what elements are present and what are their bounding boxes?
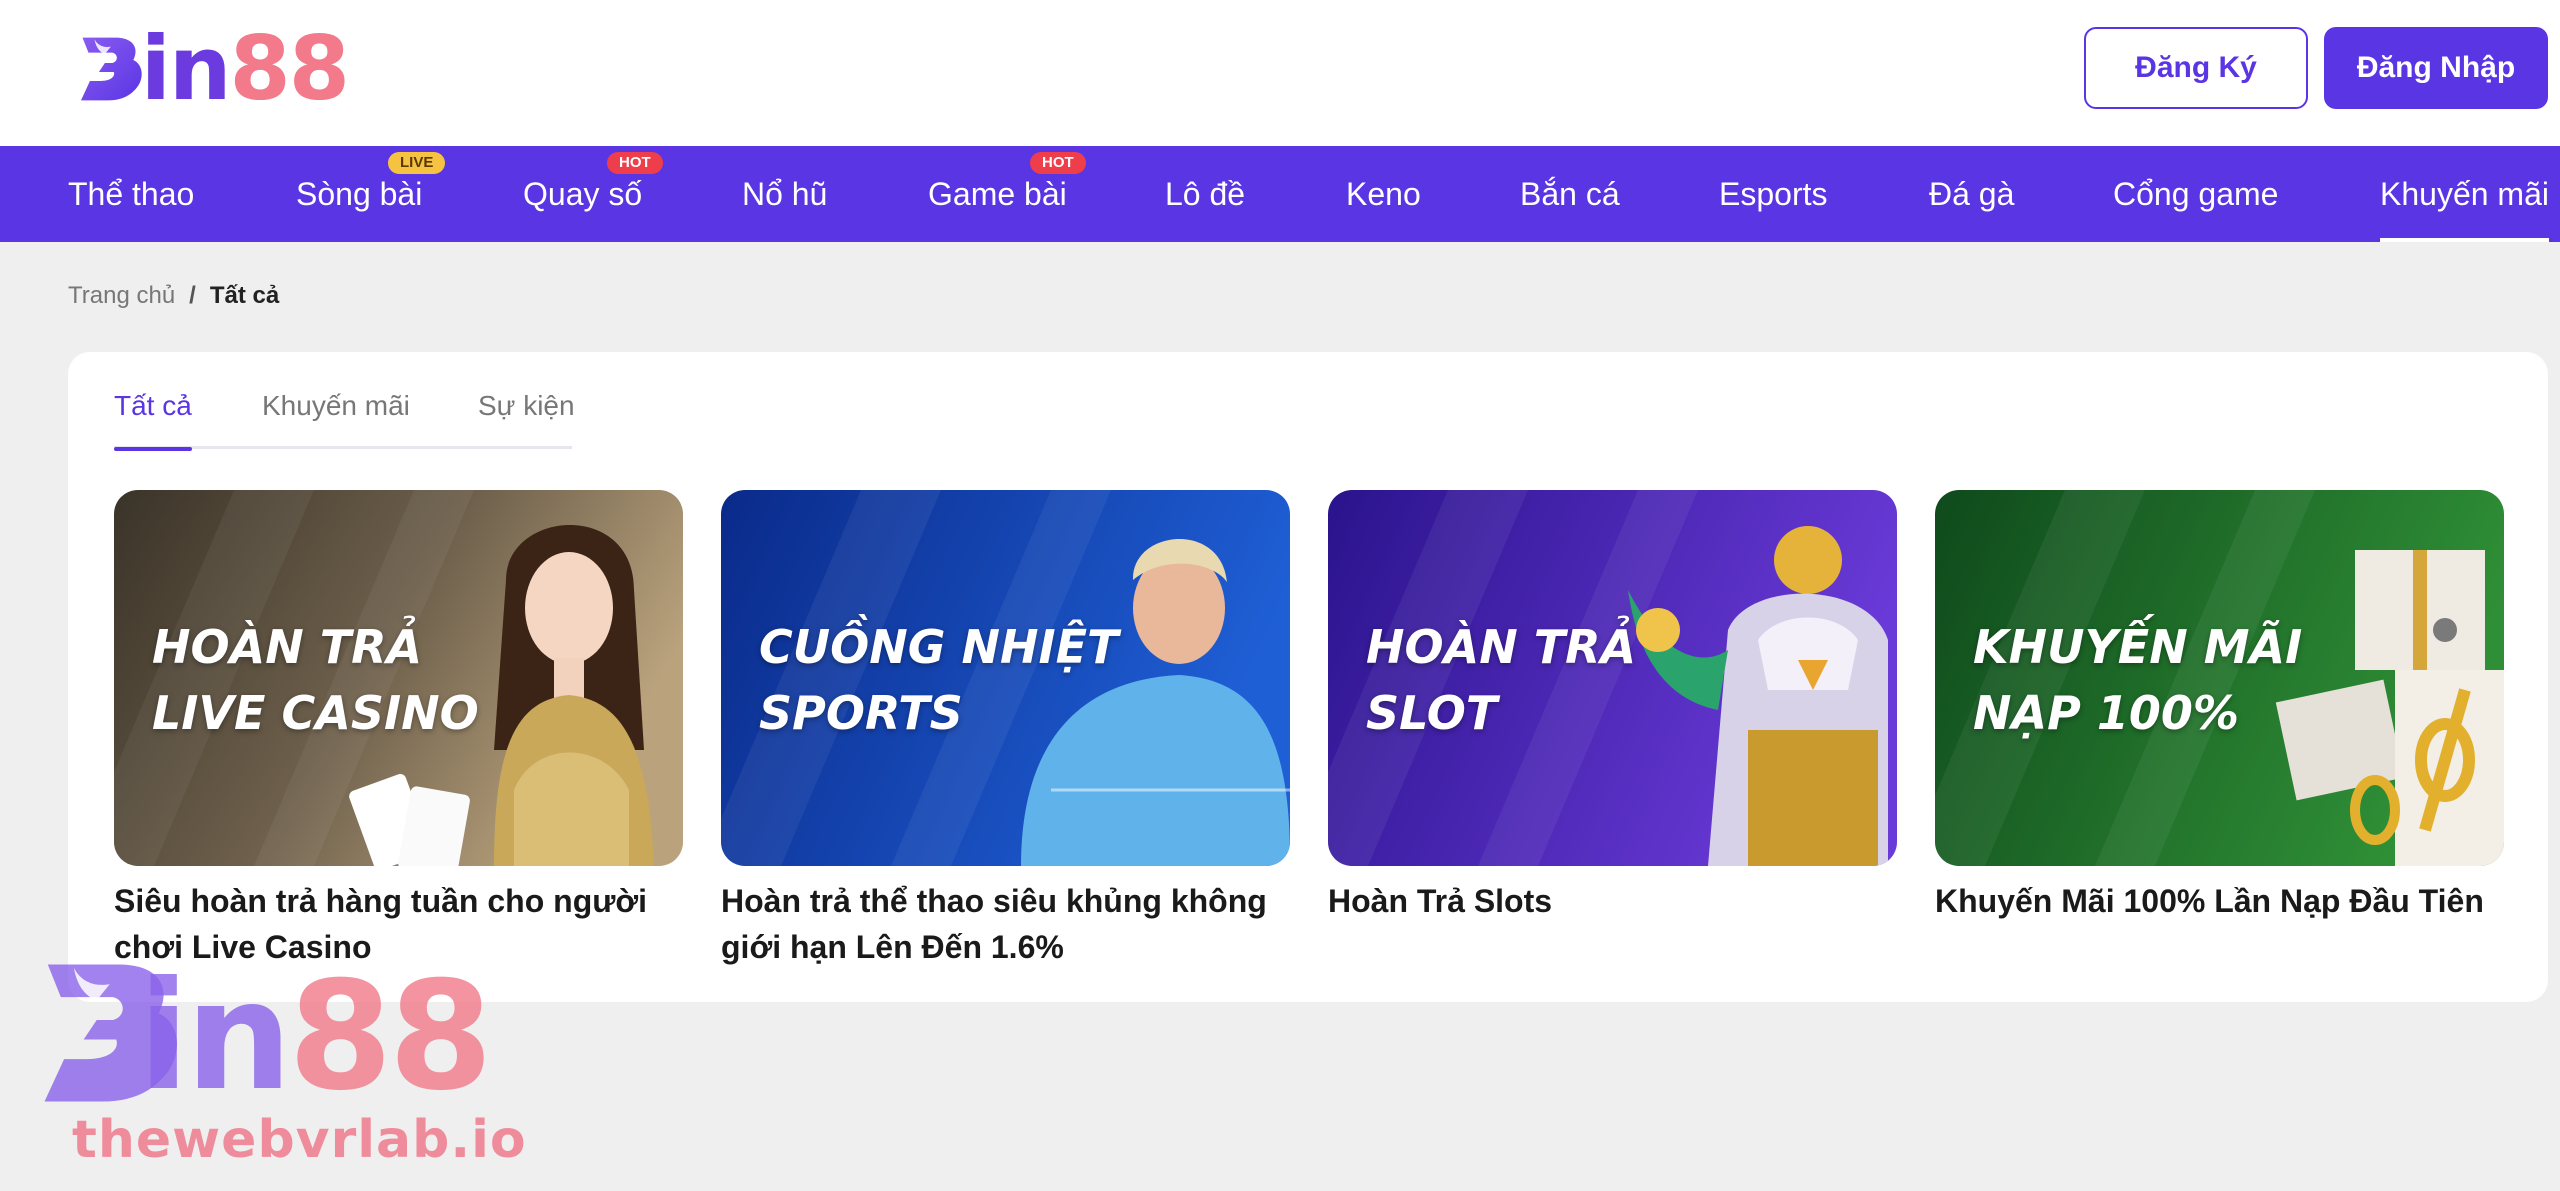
promo-banner-text: Hoàn trả Live Casino bbox=[152, 620, 479, 740]
promo-card-title[interactable]: Hoàn Trả Slots bbox=[1328, 878, 1897, 924]
nav-item-da-ga[interactable]: Đá gà bbox=[1929, 146, 2014, 242]
nav-item-game-bai[interactable]: Game bài HOT bbox=[928, 146, 1086, 242]
nav-label: Esports bbox=[1719, 175, 1828, 212]
nav-item-lo-de[interactable]: Lô đề bbox=[1165, 146, 1245, 242]
promo-card-sports[interactable]: Cuồng nhiệt Sports Hoàn trả thể thao siêu… bbox=[721, 490, 1290, 970]
promo-banner-text: Cuồng nhiệt Sports bbox=[759, 620, 1119, 740]
nav-label: Bắn cá bbox=[1520, 175, 1620, 212]
promo-card-title[interactable]: Siêu hoàn trả hàng tuần cho người chơi L… bbox=[114, 878, 683, 970]
register-button[interactable]: Đăng Ký bbox=[2084, 27, 2308, 109]
nav-label: Khuyến mãi bbox=[2380, 175, 2549, 212]
nav-label: Cổng game bbox=[2113, 175, 2279, 212]
bin88-logo-icon bbox=[80, 37, 142, 101]
promo-banner-text: Khuyến mãi Nạp 100% bbox=[1973, 620, 2303, 740]
breadcrumb-current: Tất cả bbox=[209, 282, 280, 309]
hot-badge: HOT bbox=[607, 152, 663, 174]
breadcrumb: Trang chủ / Tất cả bbox=[68, 282, 279, 310]
login-button[interactable]: Đăng Nhập bbox=[2324, 27, 2548, 109]
nav-label: Game bài bbox=[928, 175, 1067, 212]
site-header: in88 Đăng Ký Đăng Nhập bbox=[0, 0, 2560, 146]
promo-banner-image: Cuồng nhiệt Sports bbox=[721, 490, 1290, 866]
tab-events[interactable]: Sự kiện bbox=[478, 390, 575, 422]
breadcrumb-home-link[interactable]: Trang chủ bbox=[68, 282, 175, 310]
promo-card-slots[interactable]: Hoàn trả Slot Hoàn Trả Slots bbox=[1328, 490, 1897, 924]
nav-item-esports[interactable]: Esports bbox=[1719, 146, 1827, 242]
hot-badge: HOT bbox=[1030, 152, 1086, 174]
nav-item-ban-ca[interactable]: Bắn cá bbox=[1520, 146, 1620, 242]
nav-item-keno[interactable]: Keno bbox=[1346, 146, 1421, 242]
bin88-logo-text: in88 bbox=[140, 17, 350, 120]
nav-label: Sòng bài bbox=[296, 175, 423, 212]
promo-banner-image: Hoàn trả Live Casino bbox=[114, 490, 683, 866]
main-nav: Thể thao Sòng bài LIVE Quay số HOT Nổ hũ… bbox=[0, 146, 2560, 242]
promo-card-title[interactable]: Hoàn trả thể thao siêu khủng không giới … bbox=[721, 878, 1290, 970]
nav-label: Keno bbox=[1346, 175, 1421, 212]
nav-label: Đá gà bbox=[1929, 175, 2015, 212]
watermark-site-text: thewebvrlab.io bbox=[72, 1110, 527, 1170]
live-badge: LIVE bbox=[388, 152, 446, 174]
nav-item-song-bai[interactable]: Sòng bài LIVE bbox=[296, 146, 446, 242]
nav-item-khuyen-mai[interactable]: Khuyến mãi bbox=[2380, 146, 2549, 242]
promo-card-first-deposit[interactable]: Khuyến mãi Nạp 100% Khuyến Mãi 100% Lần N… bbox=[1935, 490, 2504, 924]
promo-banner-image: Khuyến mãi Nạp 100% bbox=[1935, 490, 2504, 866]
tab-promotions[interactable]: Khuyến mãi bbox=[262, 390, 410, 422]
tab-all[interactable]: Tất cả bbox=[114, 390, 192, 451]
nav-label: Quay số bbox=[523, 175, 643, 212]
promo-banner-image: Hoàn trả Slot bbox=[1328, 490, 1897, 866]
promo-banner-text: Hoàn trả Slot bbox=[1366, 620, 1637, 740]
promo-card-title[interactable]: Khuyến Mãi 100% Lần Nạp Đầu Tiên bbox=[1935, 878, 2504, 924]
nav-label: Thể thao bbox=[68, 175, 195, 212]
promotions-panel: Tất cả Khuyến mãi Sự kiện HOÀN TRẢ LIVE … bbox=[68, 352, 2548, 1002]
bin88-logo[interactable]: in88 bbox=[78, 17, 350, 120]
breadcrumb-separator: / bbox=[189, 282, 196, 309]
nav-item-quay-so[interactable]: Quay số HOT bbox=[523, 146, 663, 242]
promotion-tabs: Tất cả Khuyến mãi Sự kiện bbox=[114, 390, 575, 451]
nav-item-the-thao[interactable]: Thể thao bbox=[68, 146, 194, 242]
nav-label: Lô đề bbox=[1165, 175, 1246, 212]
nav-item-no-hu[interactable]: Nổ hũ bbox=[742, 146, 827, 242]
nav-label: Nổ hũ bbox=[742, 175, 828, 212]
nav-item-cong-game[interactable]: Cổng game bbox=[2113, 146, 2278, 242]
promo-card-live-casino[interactable]: Hoàn trả Live Casino Siêu hoàn trả hàng t… bbox=[114, 490, 683, 970]
